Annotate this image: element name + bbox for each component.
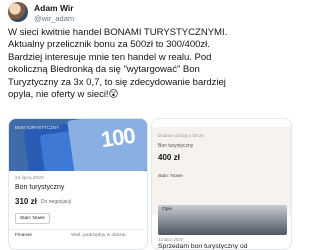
listing-condition-badge: Stan: Nowe [15,213,50,224]
listing-date: 23 lipca 2020 [158,237,183,242]
listing-date: 24 lipca 2020 [15,176,44,181]
tweet-header: Adam Wir @wir_adam [8,2,292,24]
listing-card [152,127,291,215]
listing-description-label: Opis [162,207,172,212]
listing-location: Wiel. podrzędny w obszar [71,233,126,238]
listing-screenshot-left[interactable]: BON TURYSTYCZNY 100 24 lipca 2020 Bon tu… [8,118,148,250]
tweet-media: BON TURYSTYCZNY 100 24 lipca 2020 Bon tu… [8,118,292,250]
listing-condition: Stan: Nowe [158,174,183,179]
listing-added-date: Dodane dzisiaj o 09:26 [158,133,204,138]
listing-category: Finanse [15,233,33,238]
listing-photo [158,205,287,235]
listing-title: Bon turystyczny [158,143,194,149]
listing-price: 400 zł [158,153,180,162]
listing-title-secondary: Sprzedam bon turystyczny od [158,243,248,250]
listing-screenshot-right[interactable]: Dodane dzisiaj o 09:26 Bon turystyczny 4… [151,118,292,250]
listing-title: Bon turystyczny [15,184,65,191]
voucher-photo: BON TURYSTYCZNY 100 [9,119,147,171]
listing-price: 310 zł [15,197,37,206]
listing-negotiable: Do negocjacji [41,199,72,205]
divider [9,229,147,230]
voucher-number: 100 [99,122,137,153]
tweet-text: W sieci kwitnie handel BONAMI TURYSTYCZN… [8,27,228,101]
author-name[interactable]: Adam Wir [34,3,74,13]
author-handle[interactable]: @wir_adam [34,14,74,23]
avatar[interactable] [8,2,28,22]
voucher-brand-text: BON TURYSTYCZNY [15,125,60,130]
